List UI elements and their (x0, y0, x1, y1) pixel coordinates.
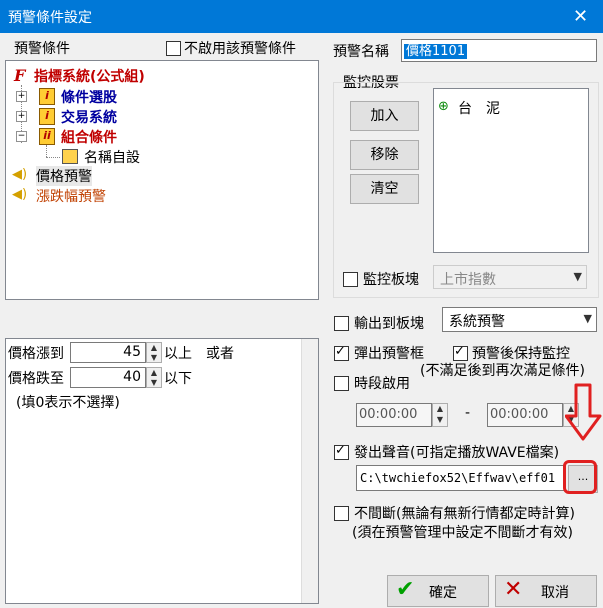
rise-input[interactable]: 45 (70, 342, 146, 363)
tree-item-combined[interactable]: 組合條件 (61, 127, 117, 147)
tree-item-stock-selection[interactable]: 條件選股 (61, 87, 117, 107)
sound-label: 發出聲音(可指定播放WAVE檔案) (354, 445, 560, 461)
formula-icon: i (39, 88, 55, 105)
dialog-window: 預警條件設定 ✕ 預警條件 不啟用該預警條件 F 指標系統(公式組) + i 條… (0, 0, 603, 608)
highlight-ring (563, 460, 597, 494)
stock-item[interactable]: 台 泥 (458, 98, 500, 118)
fall-label: 價格跌至 (8, 371, 64, 387)
monitor-board-checkbox[interactable] (343, 272, 358, 287)
x-icon: ✕ (504, 577, 523, 602)
time-start-input[interactable]: 00:00:00 (356, 403, 432, 427)
alert-name-label: 預警名稱 (333, 44, 389, 60)
ok-label: 確定 (429, 585, 457, 601)
rise-suffix: 以上 (164, 346, 192, 362)
clear-button[interactable]: 清空 (350, 174, 419, 204)
tree-item-trading-system[interactable]: 交易系統 (61, 107, 117, 127)
title-bar[interactable]: 預警條件設定 ✕ (0, 0, 603, 33)
output-combo-value: 系統預警 (449, 314, 505, 330)
tree-root-label[interactable]: 指標系統(公式組) (34, 66, 145, 86)
zero-note: (填0表示不選擇) (16, 395, 120, 411)
period-checkbox[interactable] (334, 376, 349, 391)
panel-scrollbar[interactable] (301, 339, 318, 603)
board-combo-value: 上市指數 (440, 272, 496, 288)
chevron-down-icon: ▼ (573, 270, 582, 283)
sound-path-input[interactable]: C:\twchiefox52\Effwav\eff01 (356, 465, 566, 491)
stock-icon: ⊕ (438, 99, 449, 114)
condition-tree[interactable]: F 指標系統(公式組) + i 條件選股 + i 交易系統 − ii 組合條件 … (5, 60, 319, 300)
period-label: 時段啟用 (354, 376, 410, 392)
tree-guide-line (46, 145, 47, 157)
time-start-spinner[interactable]: ▲ ▼ (432, 403, 448, 427)
keep-monitor-checkbox[interactable] (453, 344, 468, 361)
remove-button[interactable]: 移除 (350, 140, 419, 170)
time-end-input[interactable]: 00:00:00 (487, 403, 563, 427)
fall-input[interactable]: 40 (70, 367, 146, 388)
check-icon: ✔ (396, 577, 415, 602)
alert-name-value: 價格1101 (404, 44, 468, 59)
expand-icon[interactable]: + (16, 91, 27, 102)
speaker-icon: ◀) (12, 187, 28, 202)
output-combo[interactable]: 系統預警 ▼ (442, 307, 597, 332)
formula-root-icon: F (14, 66, 26, 85)
cancel-label: 取消 (541, 585, 569, 601)
continuous-checkbox[interactable] (334, 506, 349, 521)
keep-monitor-note: (不滿足後到再次滿足條件) (420, 363, 585, 379)
tree-guide-line (46, 157, 60, 158)
speaker-icon: ◀) (12, 167, 28, 182)
fall-spinner[interactable]: ▲ ▼ (146, 367, 162, 388)
fall-suffix: 以下 (164, 371, 192, 387)
tree-item-custom-name[interactable]: 名稱自設 (84, 147, 140, 167)
named-setting-icon (62, 149, 78, 164)
monitor-board-label: 監控板塊 (363, 272, 419, 288)
disable-condition-label: 不啟用該預警條件 (184, 41, 296, 57)
board-combo[interactable]: 上市指數 ▼ (433, 265, 587, 289)
output-board-checkbox[interactable] (334, 316, 349, 331)
continuous-note: (須在預警管理中設定不間斷才有效) (352, 525, 573, 541)
sound-checkbox[interactable] (334, 443, 349, 460)
alert-name-input[interactable]: 價格1101 (401, 39, 597, 62)
popup-checkbox[interactable] (334, 344, 349, 361)
formula-icon: i (39, 108, 55, 125)
cancel-button[interactable]: ✕ 取消 (495, 575, 597, 607)
output-board-label: 輸出到板塊 (354, 316, 424, 332)
price-settings-panel: 價格漲到 45 ▲ ▼ 以上 或者 價格跌至 40 ▲ ▼ 以下 (填0表示不選擇) (5, 338, 319, 604)
chevron-down-icon: ▼ (583, 312, 592, 325)
conditions-label: 預警條件 (14, 41, 70, 57)
time-dash: - (465, 405, 471, 421)
continuous-label: 不間斷(無論有無新行情都定時計算) (354, 506, 575, 522)
tree-item-price-alert[interactable]: 價格預警 (36, 166, 92, 186)
disable-condition-checkbox[interactable] (166, 41, 181, 56)
formula-icon: ii (39, 128, 55, 145)
down-arrow-icon (565, 383, 602, 441)
add-button[interactable]: 加入 (350, 101, 419, 131)
popup-label: 彈出預警框 (354, 346, 424, 362)
close-icon[interactable]: ✕ (558, 0, 603, 33)
collapse-icon[interactable]: − (16, 131, 27, 142)
ok-button[interactable]: ✔ 確定 (387, 575, 489, 607)
or-text: 或者 (206, 346, 234, 362)
rise-label: 價格漲到 (8, 346, 64, 362)
stock-list[interactable]: ⊕ 台 泥 (433, 88, 589, 253)
tree-item-limit-alert[interactable]: 漲跌幅預警 (36, 186, 106, 206)
expand-icon[interactable]: + (16, 111, 27, 122)
window-title: 預警條件設定 (8, 10, 92, 26)
rise-spinner[interactable]: ▲ ▼ (146, 342, 162, 363)
